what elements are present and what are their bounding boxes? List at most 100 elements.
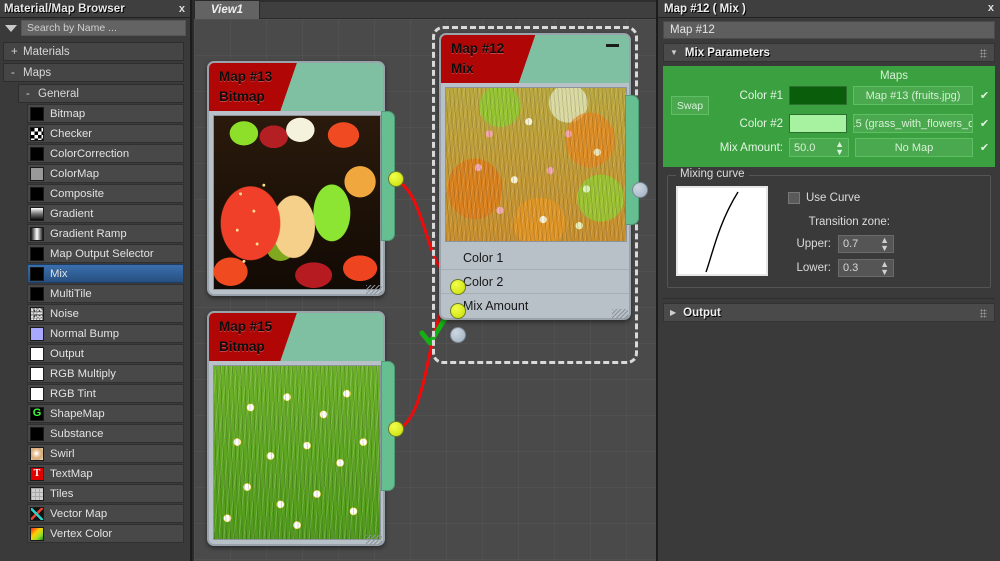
- map-name-field[interactable]: Map #12: [663, 21, 995, 39]
- mixing-curve-legend: Mixing curve: [676, 168, 749, 180]
- swatch-shapemap-icon: G: [30, 406, 44, 421]
- node-map12-input-socket-color1[interactable]: [450, 279, 466, 295]
- node-map13-output-socket[interactable]: [388, 171, 404, 187]
- map-list-item[interactable]: Swirl: [27, 444, 184, 463]
- tab-view1[interactable]: View1: [194, 0, 260, 19]
- tree-group-materials[interactable]: + Materials: [3, 42, 184, 61]
- node-map12-input-socket-mix-amount[interactable]: [450, 327, 466, 343]
- rollout-mix-parameters-label: Mix Parameters: [684, 46, 770, 59]
- map-list-item[interactable]: Checker: [27, 124, 184, 143]
- map-list-item[interactable]: RGB Multiply: [27, 364, 184, 383]
- node-map15[interactable]: Map #15 Bitmap: [207, 311, 404, 546]
- tree-group-general[interactable]: - General: [18, 84, 184, 103]
- mix-amount-label: Mix Amount:: [719, 141, 783, 154]
- use-curve-checkbox[interactable]: [788, 192, 800, 204]
- map-list-item[interactable]: Tiles: [27, 484, 184, 503]
- swatch-gray-icon: [30, 166, 44, 181]
- map-list-item[interactable]: Gradient: [27, 204, 184, 223]
- close-icon[interactable]: x: [179, 2, 185, 16]
- map-list-item-label: Bitmap: [50, 107, 86, 120]
- node-map13-subtitle: Bitmap: [219, 89, 265, 104]
- drag-handle-icon[interactable]: [980, 49, 987, 58]
- mix-amount-row: Mix Amount: 50.0 ▲ ▼ No Map ✔: [667, 137, 991, 158]
- upper-spinner[interactable]: 0.7 ▲ ▼: [838, 235, 894, 253]
- drag-handle-icon[interactable]: [980, 309, 987, 318]
- map-list-item[interactable]: G ShapeMap: [27, 404, 184, 423]
- node-map12[interactable]: Map #12 Mix Color 1 Color 2 Mix Amount: [432, 26, 648, 364]
- node-map12-resize-grip[interactable]: [612, 309, 628, 319]
- node-map12-input-row[interactable]: Mix Amount: [441, 294, 629, 318]
- node-map12-input-row[interactable]: Color 1: [441, 246, 629, 270]
- node-map12-title: Map #12: [451, 41, 505, 56]
- close-icon[interactable]: x: [988, 2, 994, 14]
- color1-swatch[interactable]: [789, 86, 847, 105]
- collapse-icon[interactable]: -: [11, 67, 23, 79]
- rollout-mix-parameters[interactable]: ▼ Mix Parameters: [663, 43, 995, 62]
- view-tabbar: View1: [194, 0, 656, 19]
- mixing-curve-preview[interactable]: [676, 186, 768, 276]
- swatch-black-icon: [30, 266, 44, 281]
- mix-amount-enable-checkbox[interactable]: ✔: [978, 141, 991, 154]
- swatch-white-icon: [30, 366, 44, 381]
- lower-spinner[interactable]: 0.3 ▲ ▼: [838, 259, 894, 277]
- swatch-gradient-ramp-icon: [30, 226, 44, 241]
- node-map12-input-socket-color2[interactable]: [450, 303, 466, 319]
- color1-enable-checkbox[interactable]: ✔: [978, 89, 991, 102]
- map-list-item-label: ColorMap: [50, 167, 99, 180]
- map-list-item[interactable]: ColorCorrection: [27, 144, 184, 163]
- search-input[interactable]: [21, 20, 186, 36]
- swatch-black-icon: [30, 246, 44, 261]
- spinner-down-icon[interactable]: ▼: [880, 268, 889, 277]
- map-list-item[interactable]: Mix: [27, 264, 184, 283]
- node-map12-output-socket[interactable]: [632, 182, 648, 198]
- map-list-item-label: Normal Bump: [50, 327, 120, 340]
- color2-label: Color #2: [739, 117, 783, 130]
- map-list-item-label: Map Output Selector: [50, 247, 154, 260]
- swatch-noise-icon: [30, 306, 44, 321]
- map-list-item[interactable]: Normal Bump: [27, 324, 184, 343]
- mix-amount-spinner[interactable]: 50.0 ▲ ▼: [789, 138, 849, 157]
- rollout-output[interactable]: ▶ Output: [663, 303, 995, 322]
- swatch-textmap-icon: T: [30, 466, 44, 481]
- color1-map-button[interactable]: Map #13 (fruits.jpg): [853, 86, 973, 105]
- map-list-item[interactable]: Noise: [27, 304, 184, 323]
- swap-button[interactable]: Swap: [671, 96, 709, 115]
- rollout-output-label: Output: [683, 306, 721, 319]
- node-map13-thumbnail: [213, 115, 381, 290]
- spinner-down-icon[interactable]: ▼: [880, 244, 889, 253]
- map-list-item[interactable]: Substance: [27, 424, 184, 443]
- map-list-item[interactable]: MultiTile: [27, 284, 184, 303]
- node-map13-resize-grip[interactable]: [366, 285, 382, 295]
- app-root: Material/Map Browser x +Materials-Maps-G…: [0, 0, 1000, 561]
- map-list-item[interactable]: Output: [27, 344, 184, 363]
- map-list-item[interactable]: Composite: [27, 184, 184, 203]
- map-list-item[interactable]: Gradient Ramp: [27, 224, 184, 243]
- mix-amount-map-button[interactable]: No Map: [855, 138, 973, 157]
- map-list-item[interactable]: Map Output Selector: [27, 244, 184, 263]
- map-list-item[interactable]: ColorMap: [27, 164, 184, 183]
- map-list-item[interactable]: T TextMap: [27, 464, 184, 483]
- node-collapse-icon[interactable]: [606, 44, 619, 47]
- color2-enable-checkbox[interactable]: ✔: [978, 117, 991, 130]
- map-list-item[interactable]: Vertex Color: [27, 524, 184, 543]
- tree-group-maps[interactable]: - Maps: [3, 63, 184, 82]
- node-map12-input-row[interactable]: Color 2: [441, 270, 629, 294]
- collapse-icon[interactable]: -: [26, 88, 38, 100]
- map-list-item[interactable]: Bitmap: [27, 104, 184, 123]
- node-canvas[interactable]: Map #13 Bitmap Map #15 Bitmap Map #12 Mi…: [194, 19, 656, 561]
- swatch-black-icon: [30, 186, 44, 201]
- map-list-item-label: Checker: [50, 127, 93, 140]
- chevron-down-icon[interactable]: [5, 24, 17, 32]
- node-map15-output-socket[interactable]: [388, 421, 404, 437]
- spinner-down-icon[interactable]: ▼: [835, 147, 844, 156]
- map-list-item[interactable]: RGB Tint: [27, 384, 184, 403]
- maps-column-header: Maps: [879, 70, 909, 82]
- color2-swatch[interactable]: [789, 114, 847, 133]
- node-map15-resize-grip[interactable]: [366, 535, 382, 545]
- node-map15-header: Map #15 Bitmap: [209, 313, 383, 361]
- map-list-item[interactable]: Vector Map: [27, 504, 184, 523]
- expand-icon[interactable]: +: [11, 46, 23, 58]
- node-map15-thumbnail: [213, 365, 381, 540]
- color2-map-button[interactable]: #15 (grass_with_flowers_diff: [853, 114, 973, 133]
- node-map13[interactable]: Map #13 Bitmap: [207, 61, 404, 296]
